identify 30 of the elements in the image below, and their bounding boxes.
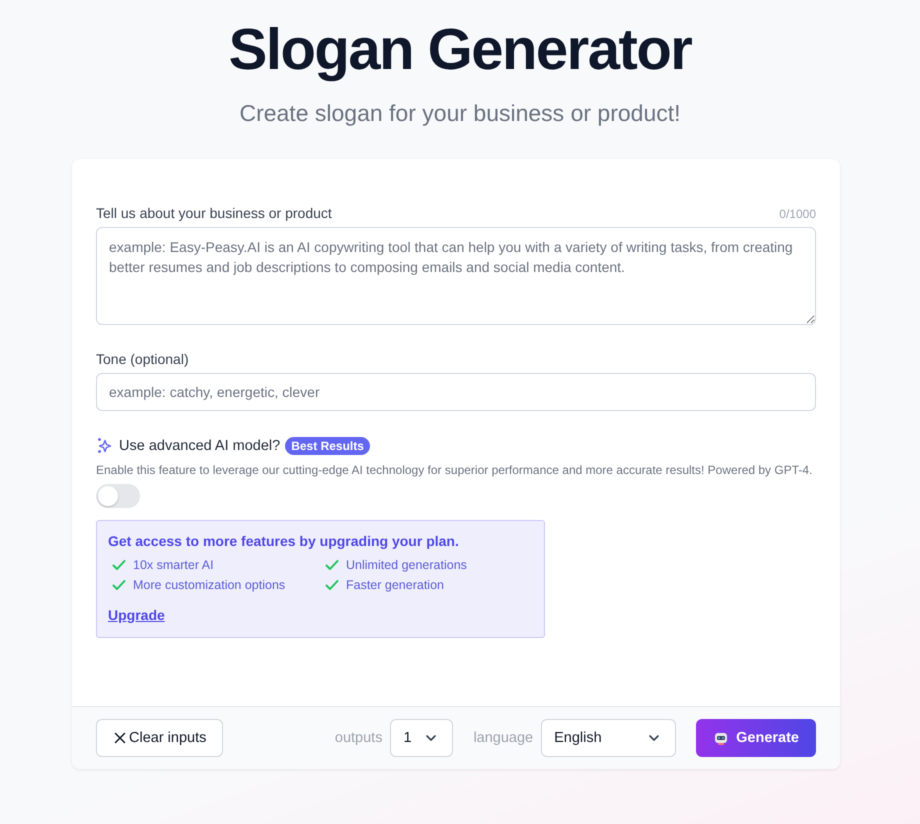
page-subtitle: Create slogan for your business or product!: [239, 100, 681, 127]
advanced-model-toggle[interactable]: [96, 484, 140, 508]
check-icon: [111, 557, 127, 573]
best-results-badge: Best Results: [285, 437, 370, 455]
clear-inputs-button[interactable]: Clear inputs: [96, 719, 224, 757]
field-label: Tell us about your business or product: [96, 205, 332, 221]
language-label: language: [473, 730, 534, 746]
advanced-model-label: Use advanced AI model?: [119, 438, 280, 454]
outputs-select[interactable]: 1: [390, 719, 454, 757]
upgrade-link[interactable]: Upgrade: [108, 607, 165, 623]
business-description-field[interactable]: example: Easy-Peasy.AI is an AI copywriting tool that can help you with a variety of writing tasks, from creating better resumes and job descriptions to composing emails and social media content.: [96, 227, 816, 325]
language-select[interactable]: English: [541, 719, 676, 757]
tone-field[interactable]: example: catchy, energetic, clever: [96, 373, 816, 411]
feature-text: More customization options: [133, 578, 286, 592]
character-counter: 0/1000: [779, 207, 816, 221]
close-icon: [113, 731, 127, 745]
upgrade-title: Get access to more features by upgrading your plan.: [108, 533, 460, 549]
feature-text: Faster generation: [346, 578, 444, 592]
check-icon: [324, 577, 340, 593]
feature-description: Enable this feature to leverage our cutting-edge AI technology for superior performance and more accurate results! Powered by GPT-4.: [96, 462, 814, 478]
page-title: Slogan Generator: [228, 16, 692, 84]
feature-text: 10x smarter AI: [133, 558, 214, 572]
field-label: Tone (optional): [96, 351, 189, 367]
check-icon: [324, 557, 340, 573]
feature-text: Unlimited generations: [346, 558, 467, 572]
sparkles-icon: [96, 437, 114, 455]
check-icon: [111, 577, 127, 593]
outputs-label: outputs: [334, 730, 382, 746]
generate-button[interactable]: Generate: [696, 719, 816, 757]
robot-icon: [713, 730, 730, 746]
